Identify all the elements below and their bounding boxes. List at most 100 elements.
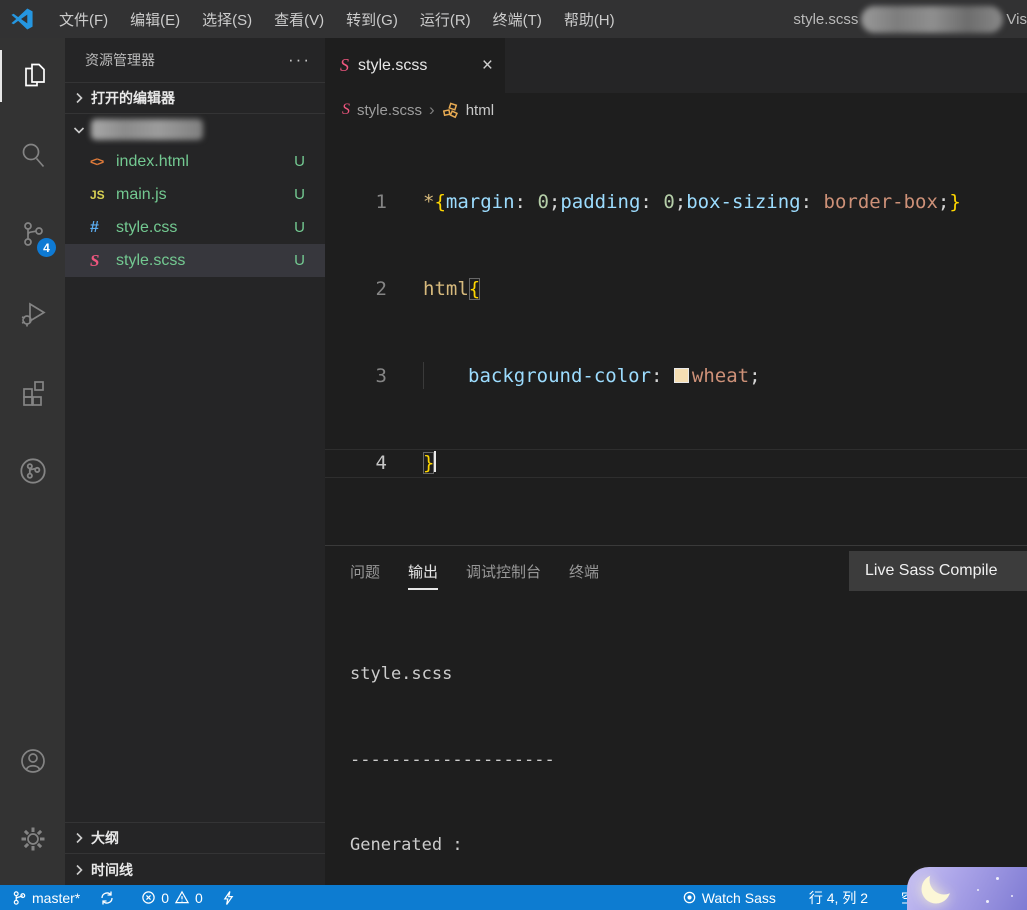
- html-file-icon: <>: [90, 154, 116, 169]
- tab-debug-console[interactable]: 调试控制台: [466, 546, 541, 597]
- channel-label: Live Sass Compile: [865, 562, 998, 580]
- code-line-current: 4 }: [325, 449, 1027, 478]
- folder-root[interactable]: [65, 113, 325, 145]
- close-icon[interactable]: ×: [482, 56, 493, 75]
- tab-style-scss[interactable]: S style.scss ×: [325, 38, 505, 93]
- sync-item[interactable]: [99, 890, 115, 906]
- file-main-js[interactable]: JS main.js U: [65, 178, 325, 211]
- vscode-window: 文件(F) 编辑(E) 选择(S) 查看(V) 转到(G) 运行(R) 终端(T…: [0, 0, 1027, 910]
- watch-sass-label: Watch Sass: [702, 890, 776, 906]
- source-control-icon[interactable]: 4: [0, 208, 65, 260]
- tab-bar: S style.scss ×: [325, 38, 1027, 93]
- color-swatch-wheat[interactable]: [674, 368, 689, 383]
- breadcrumb-symbol[interactable]: html: [466, 102, 494, 119]
- account-icon[interactable]: [0, 735, 65, 787]
- scss-file-icon: S: [342, 101, 350, 119]
- code-line: 3 background-color: wheat;: [325, 362, 1027, 391]
- sync-icon: [99, 890, 115, 906]
- gitlens-icon[interactable]: [0, 445, 65, 497]
- chevron-right-icon: [71, 862, 87, 878]
- editor-group: S style.scss × S style.scss › html: [325, 38, 1027, 885]
- watch-icon: [682, 890, 697, 905]
- explorer-sidebar: 资源管理器 ··· 打开的编辑器 <> index.html U JS main…: [65, 38, 325, 885]
- output-line: --------------------: [350, 746, 1027, 775]
- section-open-editors[interactable]: 打开的编辑器: [65, 82, 325, 113]
- line-number: 4: [325, 450, 387, 477]
- warnings-icon: [174, 890, 190, 905]
- watch-sass-item[interactable]: Watch Sass: [682, 890, 776, 906]
- tab-output[interactable]: 输出: [408, 546, 438, 597]
- menu-goto[interactable]: 转到(G): [335, 0, 409, 38]
- output-line: Generated :: [350, 831, 1027, 860]
- file-style-scss[interactable]: S style.scss U: [65, 244, 325, 277]
- extensions-icon[interactable]: [0, 366, 65, 418]
- search-icon[interactable]: [0, 129, 65, 181]
- section-timeline[interactable]: 时间线: [65, 853, 325, 885]
- lightning-icon: [222, 890, 235, 906]
- code-line: 2 html{: [325, 275, 1027, 304]
- breadcrumb-file[interactable]: style.scss: [357, 102, 422, 119]
- errors-icon: [141, 890, 156, 905]
- line-content: html{: [387, 275, 480, 304]
- scss-file-icon: S: [340, 55, 349, 76]
- window-title-file: style.scss: [793, 11, 858, 28]
- section-label: 大纲: [91, 828, 119, 848]
- file-index-html[interactable]: <> index.html U: [65, 145, 325, 178]
- breadcrumb-separator: ›: [429, 100, 435, 120]
- line-content: }: [387, 450, 436, 477]
- output-log[interactable]: style.scss -------------------- Generate…: [325, 597, 1027, 910]
- window-title: style.scss Vis: [793, 6, 1027, 33]
- line-content: *{margin: 0;padding: 0;box-sizing: borde…: [387, 188, 961, 217]
- file-name: main.js: [116, 186, 294, 204]
- line-number: 1: [325, 188, 387, 217]
- branch-name: master*: [32, 890, 80, 906]
- code-editor[interactable]: 1 *{margin: 0;padding: 0;box-sizing: bor…: [325, 127, 1027, 545]
- more-actions-icon[interactable]: ···: [288, 50, 311, 70]
- chevron-right-icon: [71, 90, 87, 106]
- cursor-position-item[interactable]: 行 4, 列 2: [809, 888, 868, 908]
- line-number: 2: [325, 275, 387, 304]
- section-label: 打开的编辑器: [91, 88, 175, 108]
- tab-label: style.scss: [358, 57, 427, 75]
- symbol-selector-icon: [442, 102, 459, 119]
- menu-terminal[interactable]: 终端(T): [482, 0, 553, 38]
- code-line: 1 *{margin: 0;padding: 0;box-sizing: bor…: [325, 188, 1027, 217]
- crescent-moon-icon: [915, 865, 961, 910]
- warning-count: 0: [195, 890, 203, 906]
- menu-file[interactable]: 文件(F): [48, 0, 119, 38]
- redaction-blur: [91, 119, 203, 140]
- menu-run[interactable]: 运行(R): [409, 0, 482, 38]
- menu-view[interactable]: 查看(V): [263, 0, 335, 38]
- menu-help[interactable]: 帮助(H): [553, 0, 626, 38]
- css-file-icon: #: [90, 219, 116, 237]
- menu-selection[interactable]: 选择(S): [191, 0, 263, 38]
- line-number: 3: [325, 362, 387, 391]
- chevron-right-icon: [71, 830, 87, 846]
- scss-file-icon: S: [90, 251, 116, 271]
- tab-problems[interactable]: 问题: [350, 546, 380, 597]
- live-server-bolt-item[interactable]: [222, 890, 235, 906]
- git-status-badge: U: [294, 153, 325, 170]
- sidebar-title: 资源管理器: [85, 50, 288, 70]
- git-status-badge: U: [294, 186, 325, 203]
- text-cursor: [434, 451, 436, 472]
- git-branch-item[interactable]: master*: [12, 890, 80, 906]
- problems-item[interactable]: 0 0: [141, 890, 203, 906]
- chevron-down-icon: [71, 122, 87, 138]
- section-outline[interactable]: 大纲: [65, 822, 325, 853]
- redaction-blur: [861, 6, 1003, 33]
- file-style-css[interactable]: # style.css U: [65, 211, 325, 244]
- settings-gear-icon[interactable]: [0, 813, 65, 865]
- menu-edit[interactable]: 编辑(E): [119, 0, 191, 38]
- git-status-badge: U: [294, 252, 325, 269]
- vscode-logo-icon: [10, 7, 34, 31]
- title-bar: 文件(F) 编辑(E) 选择(S) 查看(V) 转到(G) 运行(R) 终端(T…: [0, 0, 1027, 38]
- explorer-icon[interactable]: [0, 50, 65, 102]
- run-debug-icon[interactable]: [0, 287, 65, 339]
- js-file-icon: JS: [90, 188, 116, 202]
- file-name: style.scss: [116, 252, 294, 270]
- output-channel-select[interactable]: Live Sass Compile: [849, 551, 1027, 591]
- line-col-label: 行 4, 列 2: [809, 888, 868, 908]
- git-status-badge: U: [294, 219, 325, 236]
- tab-terminal[interactable]: 终端: [569, 546, 599, 597]
